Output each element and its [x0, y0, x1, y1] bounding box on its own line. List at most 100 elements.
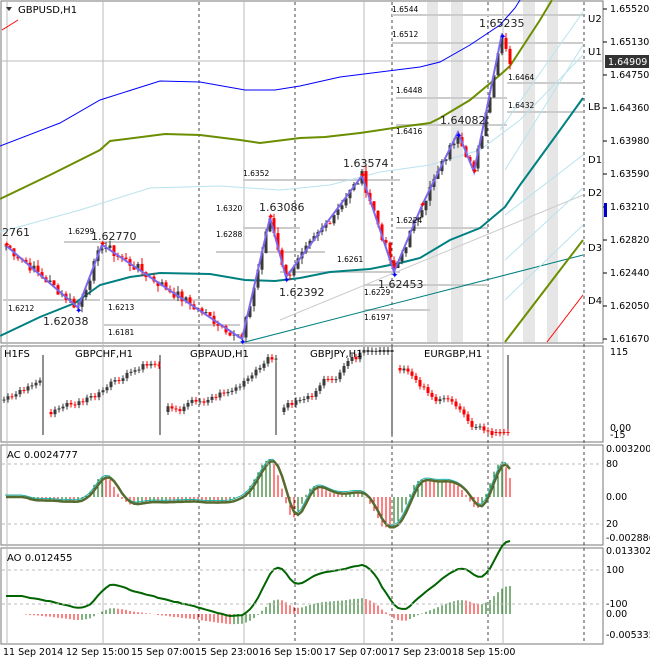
price-axis-label: 1.62820 [610, 235, 649, 246]
price-axis-label: 1.63210 [610, 202, 649, 213]
mini-candle [222, 392, 226, 394]
mini-candle [258, 367, 262, 370]
oscillator-axes: 0.003200800.0020-0.0028860.013302100-100… [606, 347, 650, 641]
mini-candle [6, 396, 10, 400]
mini-candle [85, 397, 89, 403]
mini-candle [89, 396, 93, 398]
mini-candle [182, 406, 186, 412]
mini-candle [186, 402, 190, 407]
ao-histogram [6, 540, 511, 625]
price-axis-label: 1.63980 [610, 136, 649, 147]
mini-candle [462, 409, 466, 415]
mini-candle [26, 386, 30, 391]
mini-candle [310, 395, 314, 397]
ao-line [6, 540, 511, 617]
ac-axis-label: 0.003200 [606, 444, 650, 455]
mini-candle [458, 406, 462, 410]
mini-candle [97, 392, 101, 398]
mini-candle [474, 426, 478, 428]
level-price-label: 1.6320 [216, 204, 242, 213]
time-axis-label: 17 Sep 23:00 [388, 647, 451, 658]
mini-candle [101, 390, 105, 393]
mini-candle [262, 363, 266, 368]
mini-candle [318, 385, 322, 391]
mini-candle [49, 412, 53, 415]
fractal-up-icon: ✦ [3, 240, 11, 250]
candle-body [328, 223, 332, 225]
mini-candle [306, 395, 310, 400]
mini-candle [298, 400, 302, 402]
fractal-up-icon: ✦ [419, 200, 427, 210]
mini-candle [502, 432, 506, 433]
ao-title: AO 0.012455 [7, 553, 72, 564]
time-axis-label: 18 Sep 15:00 [452, 647, 515, 658]
mini-candle [238, 386, 242, 388]
h1fs-axis-label: -15 [610, 430, 626, 441]
mini-candle [482, 426, 486, 431]
candle-body [332, 214, 336, 224]
mini-candle [334, 379, 338, 381]
candle-body [88, 280, 92, 290]
fractal-up-icon: ✦ [359, 171, 367, 181]
mini-candle [378, 350, 382, 352]
mini-candle [14, 394, 18, 397]
time-axis-label: 11 Sep 2014 [3, 647, 63, 658]
mini-candle [470, 420, 474, 427]
mini-candle [65, 403, 69, 407]
mini-candle [18, 389, 22, 395]
pivot-level-U2: U2 [588, 14, 602, 25]
mini-candle [206, 399, 210, 403]
mini-candle [266, 357, 270, 364]
zigzag-price-label: 2761 [2, 226, 30, 239]
mini-candle [109, 381, 113, 388]
ac-axis-label: 80 [606, 459, 618, 470]
mid-band-line [0, 0, 553, 200]
mini-candle [10, 396, 14, 398]
mini-candle [77, 401, 81, 406]
candle-body [508, 48, 512, 65]
mini-candle [286, 402, 290, 408]
mini-candle [406, 368, 410, 372]
time-axis[interactable]: 11 Sep 2014 12 Sep 15:00 15 Sep 07:00 15 Se… [3, 647, 515, 658]
mini-candle [133, 370, 137, 372]
time-axis-label: 16 Sep 15:00 [259, 647, 322, 658]
mini-candle [246, 378, 250, 381]
zigzag-price-label: 1.64082 [440, 114, 486, 127]
price-axis-label: 1.62440 [610, 268, 649, 279]
mini-candle [382, 350, 386, 352]
mini-candle [34, 382, 38, 386]
mini-candle [430, 392, 434, 397]
mini-candle [494, 432, 498, 433]
symbol-label: EURGBP,H1 [424, 349, 482, 360]
level-price-label: 1.6181 [108, 328, 134, 337]
ao-panel [0, 547, 604, 645]
level-price-label: 1.6224 [396, 216, 422, 225]
fractal-up-icon: ✦ [471, 167, 479, 177]
level-price-label: 1.6261 [337, 255, 363, 264]
level-price-label: 1.6432 [508, 101, 534, 110]
level-price-label: 1.6352 [243, 169, 269, 178]
mini-candle [38, 380, 42, 383]
mini-candle [282, 407, 286, 412]
zigzag-price-label: 1.65235 [479, 17, 525, 30]
price-axis-label: 1.64360 [610, 103, 649, 114]
fractal-up-icon: ✦ [267, 213, 275, 223]
mini-candle [506, 432, 510, 433]
mini-candle [490, 431, 494, 435]
mini-candle [145, 364, 149, 366]
mini-candle [250, 375, 254, 379]
time-axis-label: 15 Sep 23:00 [195, 647, 258, 658]
mini-candle [129, 371, 133, 373]
zigzag-price-label: 1.62392 [279, 286, 325, 299]
mini-candle [30, 385, 34, 387]
level-price-label: 1.6288 [216, 230, 242, 239]
h1fs-axis-label: 115 [610, 347, 628, 358]
mini-candle [210, 396, 214, 400]
scroll-marker[interactable] [604, 203, 607, 217]
mini-candle [294, 400, 298, 405]
candle [404, 247, 408, 257]
time-axis-label: 12 Sep 15:00 [66, 647, 129, 658]
chart-canvas[interactable]: ✦✦✦✦✦✦✦✦✦✦✦✦ GBPUSD,H1 1.655201.651301.6… [0, 0, 650, 660]
price-axis-label: 1.65130 [610, 37, 649, 48]
time-axis-label: 17 Sep 07:00 [324, 647, 387, 658]
